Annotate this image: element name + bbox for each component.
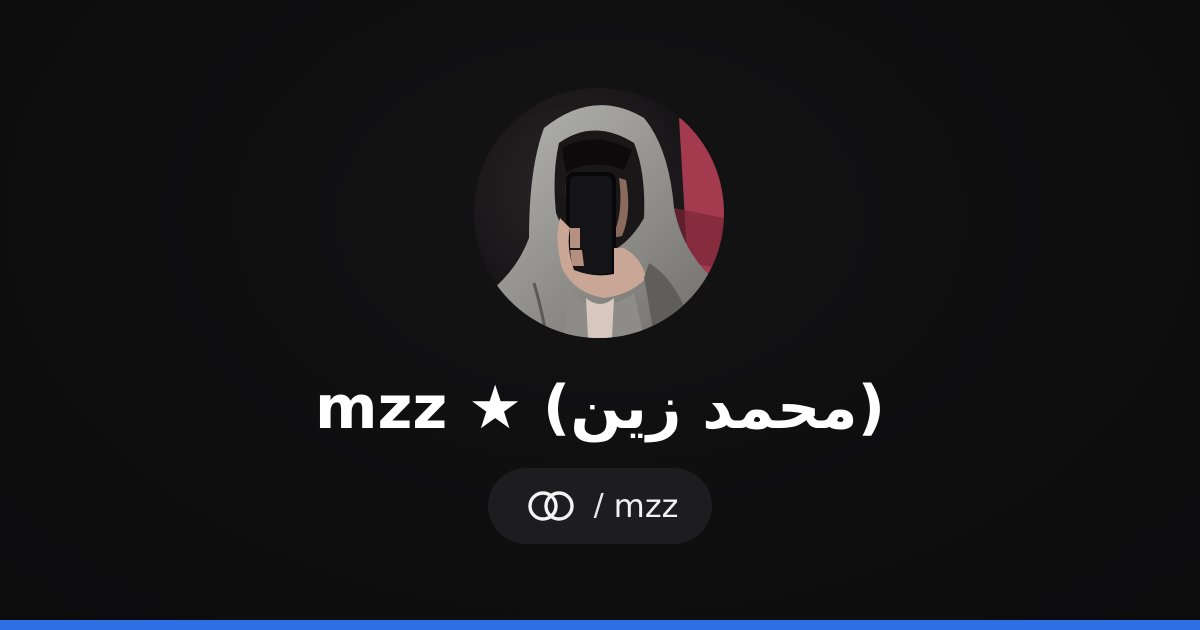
profile-avatar[interactable]	[474, 88, 724, 338]
profile-display-name: mzz ★ (محمد زين)	[314, 373, 885, 443]
profile-handle-pill[interactable]: / mzz	[488, 468, 712, 544]
interlocked-rings-icon	[527, 491, 574, 521]
avatar-photo	[474, 88, 724, 338]
profile-card: mzz ★ (محمد زين) / mzz	[0, 0, 1200, 620]
profile-handle: mzz	[613, 487, 679, 525]
handle-separator: /	[593, 488, 604, 523]
brand-accent-bar	[0, 620, 1200, 630]
